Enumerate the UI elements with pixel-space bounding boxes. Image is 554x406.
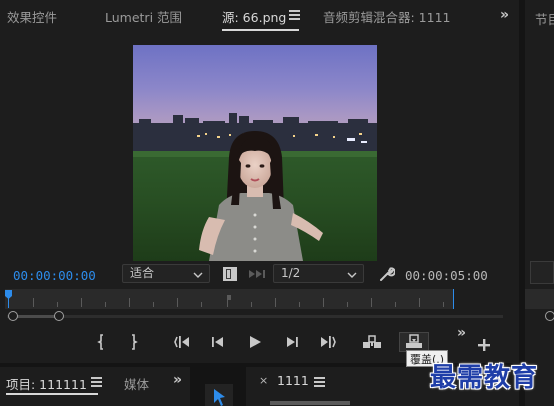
- source-monitor-video[interactable]: [133, 45, 377, 261]
- program-zoom-knob[interactable]: [545, 311, 554, 321]
- program-monitor-panel: 节目: [525, 0, 554, 406]
- out-point-marker[interactable]: [453, 289, 454, 309]
- menu-icon[interactable]: [314, 377, 325, 388]
- zoom-scrollbar-thumb[interactable]: [13, 315, 60, 318]
- tab-source[interactable]: 源: 66.png: [222, 9, 286, 27]
- menu-icon[interactable]: [91, 377, 102, 388]
- tab-effect-controls[interactable]: 效果控件: [7, 9, 57, 27]
- go-to-out-icon[interactable]: [318, 332, 338, 352]
- zoom-scrollbar-left-handle[interactable]: [8, 311, 18, 321]
- selection-tool-icon[interactable]: [205, 384, 233, 406]
- mark-out-icon[interactable]: [124, 332, 144, 352]
- time-ruler[interactable]: [5, 289, 454, 309]
- go-to-in-icon[interactable]: [172, 332, 192, 352]
- insert-icon[interactable]: [362, 332, 382, 352]
- duration-timecode: 00:00:05:00: [405, 268, 488, 283]
- double-chevron-icon[interactable]: »: [173, 372, 182, 388]
- playback-resolution-value: 1/2: [281, 266, 301, 280]
- play-icon[interactable]: [245, 332, 265, 352]
- zoom-scrollbar-track[interactable]: [7, 315, 503, 318]
- add-icon[interactable]: [474, 335, 494, 355]
- double-chevron-icon[interactable]: »: [500, 7, 509, 23]
- step-forward-icon[interactable]: [282, 332, 302, 352]
- step-back-icon[interactable]: [208, 332, 228, 352]
- chevron-down-icon: [193, 268, 203, 285]
- double-chevron-icon[interactable]: »: [457, 325, 466, 341]
- wrench-icon[interactable]: [379, 266, 396, 282]
- zoom-level-select[interactable]: 适合: [122, 264, 210, 283]
- monitor-tab-bar: 效果控件 Lumetri 范围 源: 66.png 音频剪辑混合器: 1111 …: [0, 0, 519, 34]
- zoom-scrollbar-right-handle[interactable]: [54, 311, 64, 321]
- current-timecode[interactable]: 00:00:00:00: [13, 268, 96, 283]
- tab-audio-clip-mixer[interactable]: 音频剪辑混合器: 1111: [323, 9, 451, 27]
- sequence-timecode-partial: [270, 401, 350, 405]
- drag-video-icon[interactable]: [248, 268, 266, 280]
- tab-project[interactable]: 项目: 111111: [6, 374, 87, 393]
- playback-resolution-select[interactable]: 1/2: [273, 264, 364, 283]
- program-ruler[interactable]: [525, 289, 554, 309]
- mark-in-icon[interactable]: [91, 332, 111, 352]
- active-tab-indicator: [222, 29, 299, 31]
- project-panel: 项目: 111111 媒体 »: [0, 367, 190, 406]
- chevron-down-icon: [347, 268, 357, 285]
- menu-icon[interactable]: [289, 10, 300, 21]
- safe-margins-icon[interactable]: [222, 266, 238, 282]
- tab-media-browser[interactable]: 媒体: [124, 374, 149, 393]
- active-tab-indicator: [6, 393, 98, 395]
- close-icon[interactable]: ×: [259, 374, 268, 387]
- tab-sequence[interactable]: 1111: [277, 373, 309, 388]
- zoom-level-value: 适合: [130, 266, 155, 280]
- watermark: 最需教育: [430, 363, 539, 393]
- tab-lumetri-scopes[interactable]: Lumetri 范围: [105, 9, 182, 27]
- program-select[interactable]: [530, 261, 554, 284]
- playhead[interactable]: [5, 290, 12, 308]
- overwrite-icon[interactable]: [399, 332, 429, 352]
- tab-program[interactable]: 节目: [535, 9, 554, 28]
